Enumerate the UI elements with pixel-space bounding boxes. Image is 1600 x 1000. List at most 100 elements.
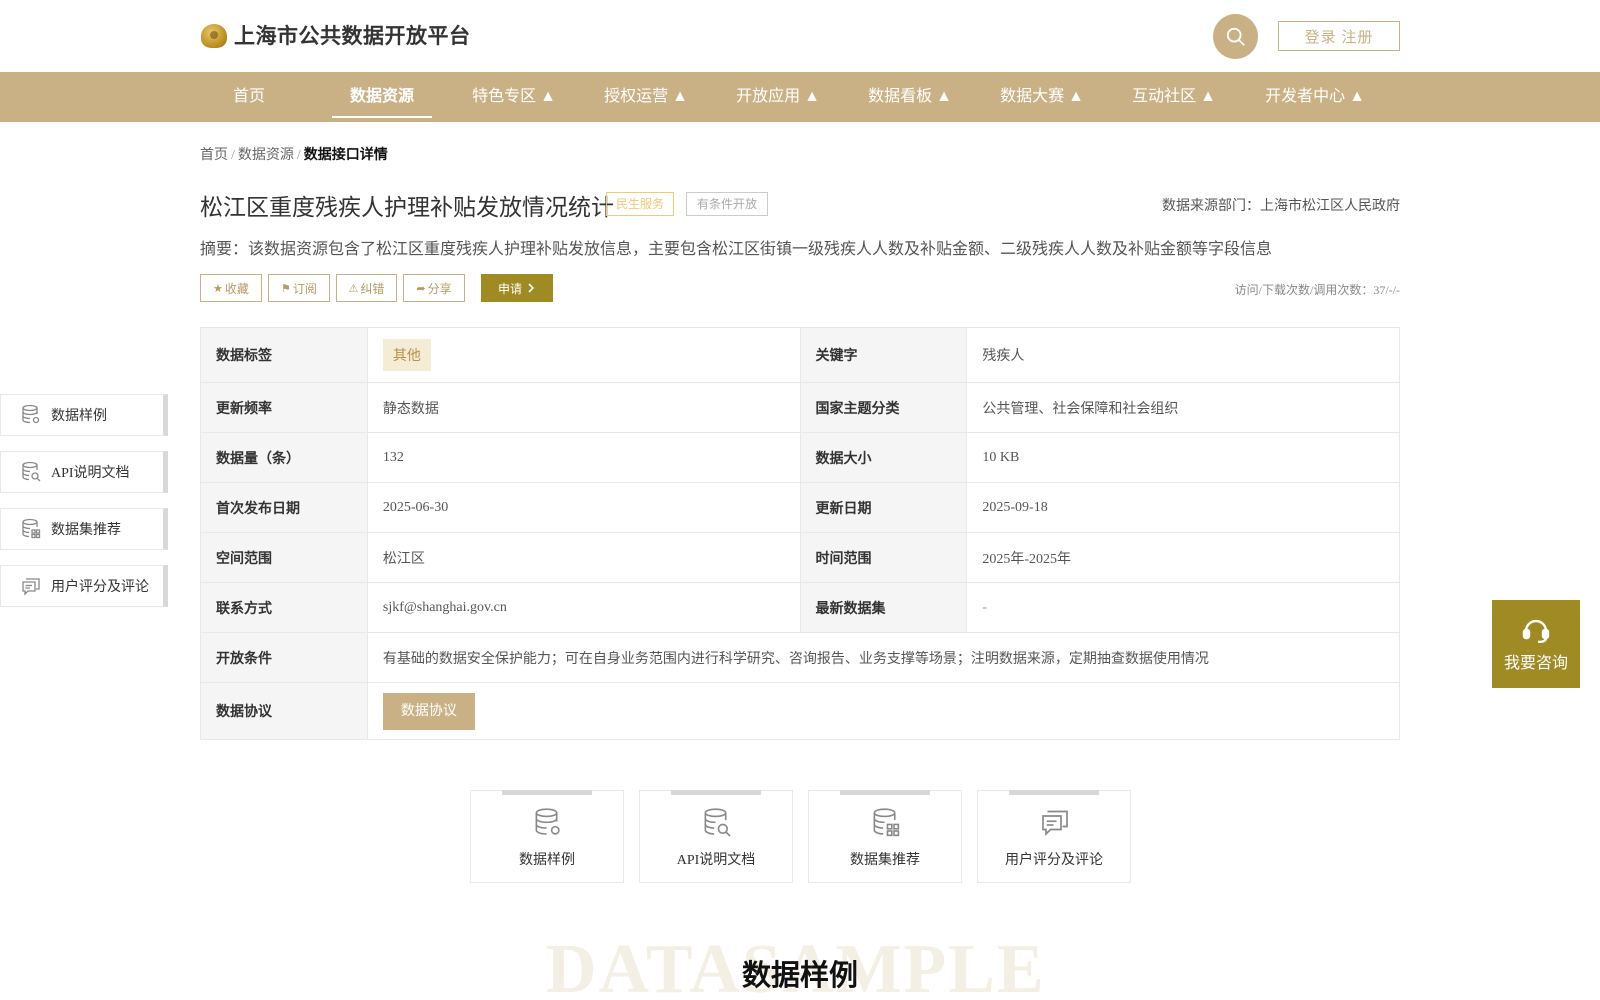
- section-title: 数据样例: [741, 960, 858, 992]
- card-top-bar: [1009, 790, 1099, 795]
- table-row: 数据量（条） 132 数据大小 10 KB: [200, 432, 1400, 483]
- nav-item-developer[interactable]: 开发者中心 ▲: [1258, 72, 1372, 122]
- side-nav-label: 用户评分及评论: [51, 580, 149, 595]
- card-label: 数据集推荐: [850, 853, 920, 868]
- breadcrumb-current: 数据接口详情: [303, 148, 388, 163]
- label-contact: 联系方式: [200, 582, 368, 633]
- nav-item-home[interactable]: 首页: [214, 72, 284, 122]
- search-icon: [1226, 27, 1245, 46]
- nav-item-community[interactable]: 互动社区 ▲: [1126, 72, 1222, 122]
- database-grid-icon: [873, 808, 900, 837]
- side-nav-label: 数据集推荐: [51, 523, 121, 538]
- value-updated-date: 2025-09-18: [966, 482, 1400, 533]
- nav-item-open-apps[interactable]: 开放应用 ▲: [730, 72, 826, 122]
- breadcrumb-separator: /: [231, 148, 235, 163]
- breadcrumb-data-resources[interactable]: 数据资源: [238, 148, 294, 163]
- card-top-bar: [671, 790, 761, 795]
- nav-item-authorized-operation[interactable]: 授权运营 ▲: [598, 72, 694, 122]
- apply-button[interactable]: 申请: [481, 274, 553, 302]
- label-update-frequency: 更新频率: [200, 382, 368, 433]
- label-time-range: 时间范围: [799, 532, 968, 583]
- comment-icon: [22, 578, 40, 596]
- label-data-agreement: 数据协议: [200, 682, 368, 740]
- chevron-right-icon: [528, 283, 535, 293]
- card-top-bar: [502, 790, 592, 795]
- card-data-sample[interactable]: 数据样例: [470, 790, 624, 883]
- share-button[interactable]: ➦ 分享: [403, 274, 465, 302]
- apply-label: 申请: [497, 281, 522, 296]
- side-nav-label: 数据样例: [51, 409, 107, 424]
- value-latest-dataset: -: [966, 582, 1400, 633]
- table-row: 空间范围 松江区 时间范围 2025年-2025年: [200, 532, 1400, 583]
- label-keywords: 关键字: [799, 327, 968, 383]
- favorite-label: 收藏: [224, 281, 249, 296]
- report-error-button[interactable]: ⚠ 纠错: [336, 274, 397, 302]
- card-api-doc[interactable]: API说明文档: [639, 790, 793, 883]
- database-grid-icon: [22, 518, 41, 539]
- side-nav-api-doc[interactable]: API说明文档: [0, 451, 168, 493]
- label-data-size: 数据大小: [799, 432, 968, 483]
- tag-chip[interactable]: 其他: [382, 339, 431, 371]
- breadcrumb-separator: /: [296, 148, 301, 163]
- share-icon: ➦: [416, 282, 426, 295]
- nav-item-data-resources[interactable]: 数据资源: [332, 72, 432, 122]
- subscribe-button[interactable]: ⚑ 订阅: [268, 274, 330, 302]
- value-spatial-range: 松江区: [366, 532, 801, 583]
- login-register-button[interactable]: 登录 注册: [1278, 21, 1400, 51]
- breadcrumb-home[interactable]: 首页: [200, 148, 228, 163]
- nav-item-featured[interactable]: 特色专区 ▲: [466, 72, 562, 122]
- value-contact[interactable]: sjkf@shanghai.gov.cn: [366, 582, 801, 633]
- card-label: 用户评分及评论: [1005, 853, 1103, 868]
- card-recommend[interactable]: 数据集推荐: [808, 790, 962, 883]
- report-label: 纠错: [360, 281, 385, 296]
- card-review[interactable]: 用户评分及评论: [977, 790, 1131, 883]
- value-data-agreement: 数据协议: [366, 682, 1401, 740]
- table-row: 开放条件 有基础的数据安全保护能力；可在自身业务范围内进行科学研究、咨询报告、业…: [200, 632, 1401, 683]
- source-department: 数据来源部门：上海市松江区人民政府: [1162, 199, 1400, 214]
- header: 上海市公共数据开放平台 登录 注册: [0, 0, 1600, 72]
- value-record-count: 132: [366, 432, 801, 483]
- site-title: 上海市公共数据开放平台: [234, 25, 471, 48]
- value-keywords: 残疾人: [966, 327, 1400, 383]
- nav-item-competition[interactable]: 数据大赛 ▲: [994, 72, 1090, 122]
- side-nav-review[interactable]: 用户评分及评论: [0, 565, 168, 607]
- site-logo[interactable]: 上海市公共数据开放平台: [200, 20, 471, 50]
- table-row: 数据标签 其他 关键字 残疾人: [200, 327, 1400, 383]
- table-row: 数据协议 数据协议: [200, 682, 1401, 740]
- table-row: 更新频率 静态数据 国家主题分类 公共管理、社会保障和社会组织: [200, 382, 1400, 433]
- dataset-info-table: 数据标签 其他 关键字 残疾人 更新频率 静态数据 国家主题分类 公共管理、社会…: [200, 327, 1401, 740]
- side-nav-recommend[interactable]: 数据集推荐: [0, 508, 168, 550]
- label-data-tags: 数据标签: [200, 327, 368, 383]
- value-data-tags: 其他: [366, 327, 801, 383]
- data-agreement-button[interactable]: 数据协议: [382, 692, 475, 730]
- card-label: API说明文档: [676, 853, 756, 868]
- subscribe-label: 订阅: [292, 281, 317, 296]
- dataset-summary: 摘要：该数据资源包含了松江区重度残疾人护理补贴发放信息，主要包含松江区街镇一级残…: [200, 241, 1273, 258]
- star-icon: ★: [213, 282, 223, 295]
- warning-icon: ⚠: [348, 282, 359, 295]
- search-button[interactable]: [1213, 14, 1258, 59]
- value-first-published: 2025-06-30: [366, 482, 801, 533]
- nav-item-dashboard[interactable]: 数据看板 ▲: [862, 72, 958, 122]
- database-gear-icon: [535, 808, 560, 835]
- comment-icon: [1042, 810, 1068, 836]
- breadcrumb: 首页 / 数据资源 / 数据接口详情: [200, 144, 388, 164]
- latest-dataset-link[interactable]: -: [982, 600, 987, 615]
- table-row: 首次发布日期 2025-06-30 更新日期 2025-09-18: [200, 482, 1400, 533]
- label-open-conditions: 开放条件: [200, 632, 368, 683]
- open-type-tag: 有条件开放: [686, 192, 769, 216]
- side-nav-label: API说明文档: [51, 466, 130, 481]
- label-record-count: 数据量（条）: [200, 432, 368, 483]
- value-open-conditions: 有基础的数据安全保护能力；可在自身业务范围内进行科学研究、咨询报告、业务支撑等场…: [366, 632, 1401, 683]
- headset-icon: [1522, 619, 1550, 643]
- table-row: 联系方式 sjkf@shanghai.gov.cn 最新数据集 -: [200, 582, 1400, 633]
- bookmark-icon: ⚑: [281, 282, 291, 295]
- card-top-bar: [840, 790, 930, 795]
- category-tag: 民生服务: [606, 192, 675, 216]
- card-label: 数据样例: [519, 853, 575, 868]
- database-search-icon: [704, 808, 731, 837]
- consult-button[interactable]: 我要咨询: [1492, 600, 1580, 688]
- favorite-button[interactable]: ★ 收藏: [200, 274, 262, 302]
- label-latest-dataset: 最新数据集: [799, 582, 968, 633]
- side-nav-data-sample[interactable]: 数据样例: [0, 394, 168, 436]
